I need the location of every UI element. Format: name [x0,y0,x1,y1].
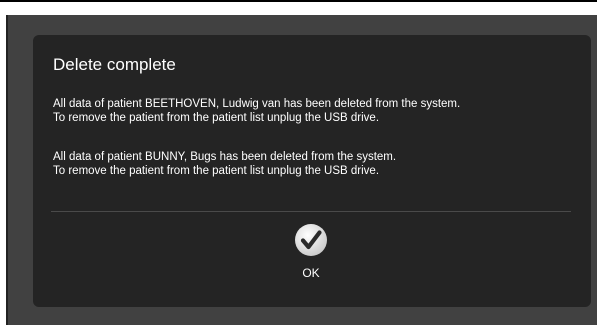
message-bunny: All data of patient BUNNY, Bugs has been… [53,150,396,178]
message-line: To remove the patient from the patient l… [53,112,380,124]
dialog-title: Delete complete [53,55,176,74]
delete-complete-dialog: Delete complete All data of patient BEET… [33,35,591,307]
app-window: Delete complete All data of patient BEET… [6,15,597,325]
ok-button[interactable]: OK [286,223,336,289]
message-line: To remove the patient from the patient l… [53,165,380,177]
top-border [0,0,597,2]
ok-label: OK [302,266,320,280]
checkmark-icon [295,224,327,256]
message-line: All data of patient BEETHOVEN, Ludwig va… [53,98,461,110]
divider [51,211,571,212]
message-line: All data of patient BUNNY, Bugs has been… [53,151,397,163]
message-beethoven: All data of patient BEETHOVEN, Ludwig va… [53,97,460,125]
